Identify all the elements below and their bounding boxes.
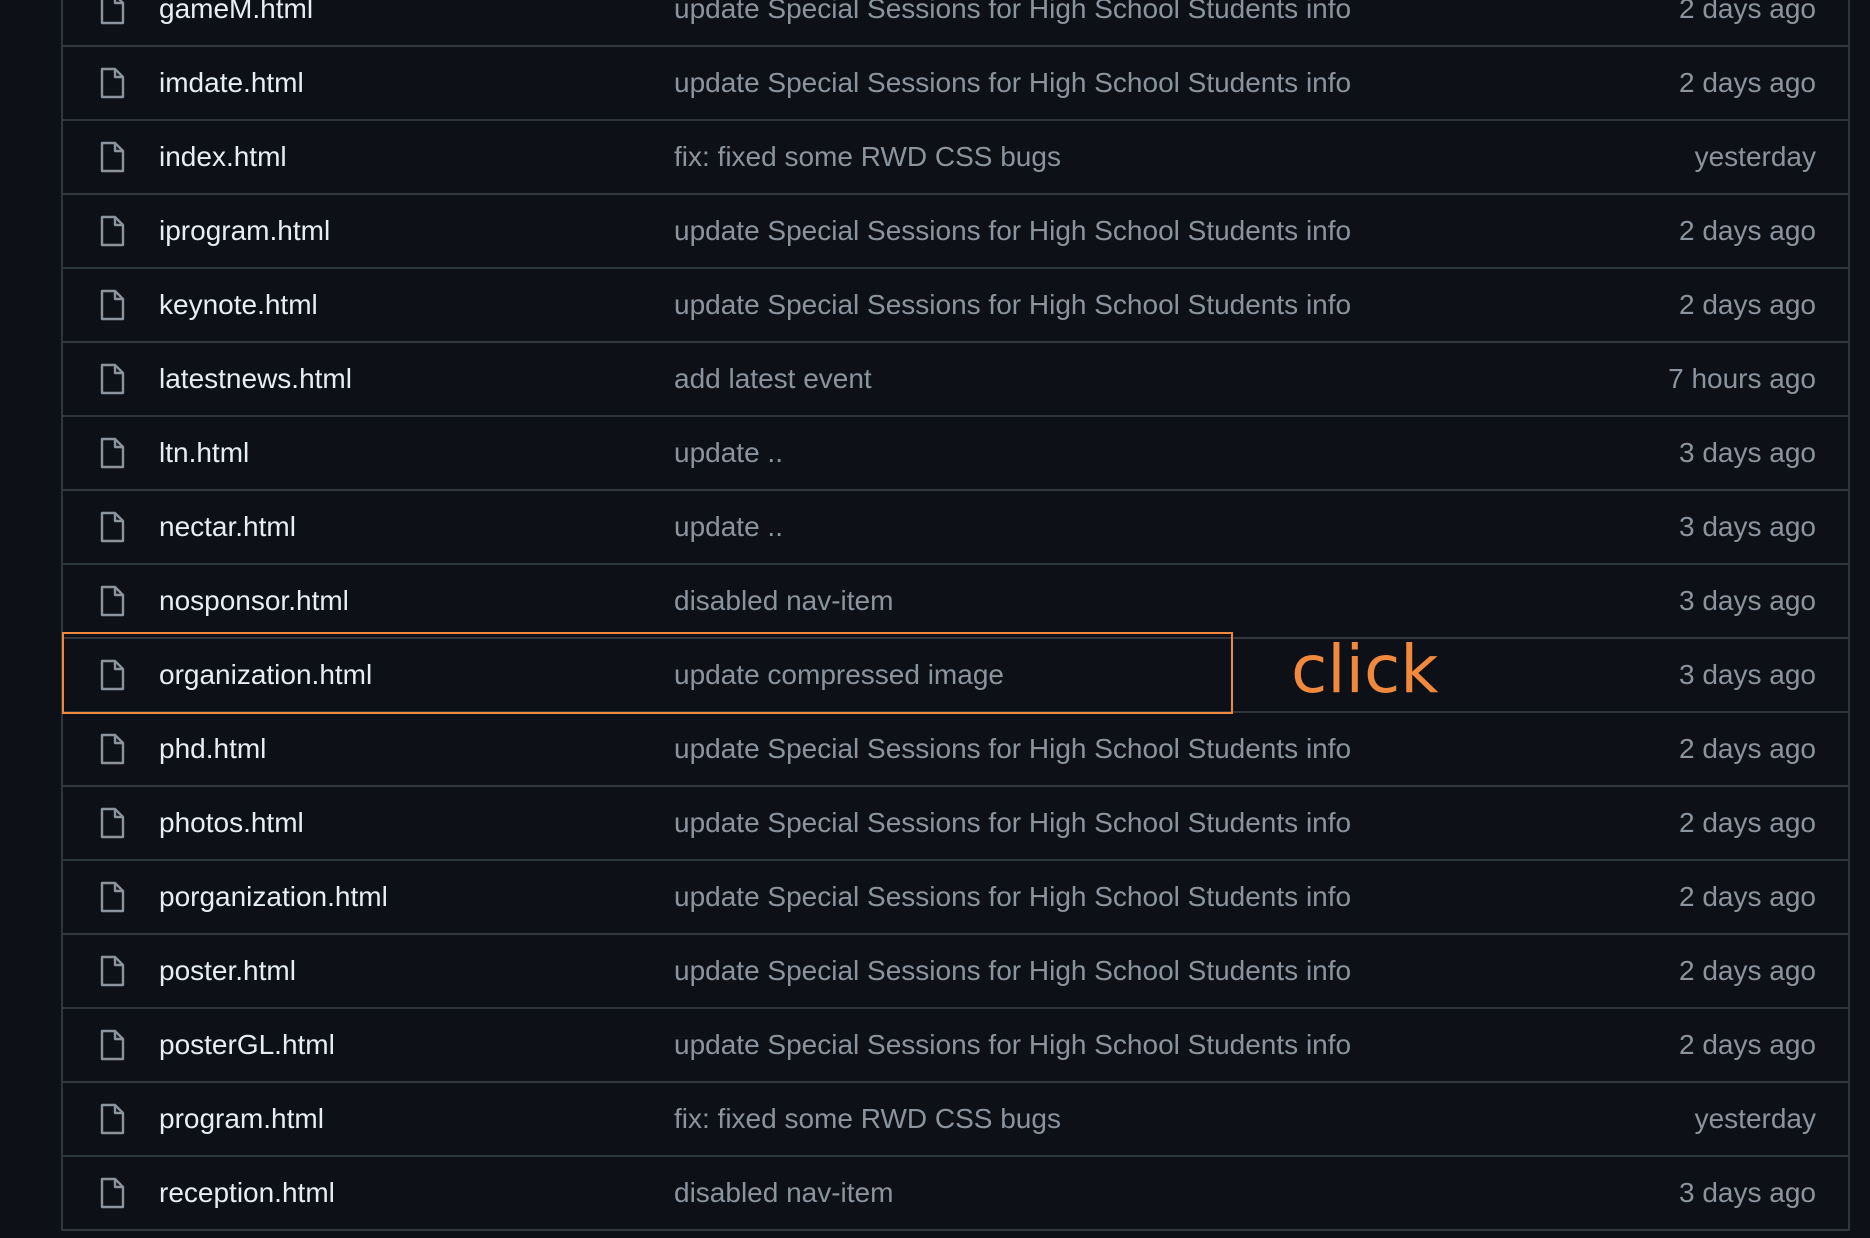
file-icon <box>99 1177 125 1209</box>
file-icon <box>99 807 125 839</box>
commit-message-link[interactable]: update Special Sessions for High School … <box>674 881 1351 913</box>
commit-time: 2 days ago <box>1679 1029 1816 1060</box>
file-icon <box>99 363 125 395</box>
commit-message-link[interactable]: update Special Sessions for High School … <box>674 215 1351 247</box>
file-row-8[interactable]: nosponsor.html disabled nav-item 3 days … <box>63 565 1848 639</box>
commit-time: 2 days ago <box>1679 0 1816 24</box>
commit-time: yesterday <box>1694 1103 1816 1134</box>
file-icon <box>99 0 125 25</box>
file-row-4[interactable]: keynote.html update Special Sessions for… <box>63 269 1848 343</box>
file-name-link[interactable]: organization.html <box>159 659 372 691</box>
file-icon <box>99 733 125 765</box>
file-name-link[interactable]: index.html <box>159 141 287 173</box>
commit-time: 2 days ago <box>1679 733 1816 764</box>
commit-time: 2 days ago <box>1679 881 1816 912</box>
commit-message-link[interactable]: update Special Sessions for High School … <box>674 289 1351 321</box>
file-list-table: gameM.html update Special Sessions for H… <box>61 0 1850 1231</box>
commit-message-link[interactable]: update .. <box>674 511 783 543</box>
commit-time: 3 days ago <box>1679 437 1816 468</box>
file-row-1[interactable]: imdate.html update Special Sessions for … <box>63 47 1848 121</box>
commit-message-link[interactable]: update Special Sessions for High School … <box>674 67 1351 99</box>
file-icon <box>99 215 125 247</box>
commit-time: 7 hours ago <box>1668 363 1816 394</box>
file-icon <box>99 881 125 913</box>
commit-time: 2 days ago <box>1679 807 1816 838</box>
commit-time: 3 days ago <box>1679 511 1816 542</box>
file-name-link[interactable]: porganization.html <box>159 881 388 913</box>
commit-message-link[interactable]: disabled nav-item <box>674 1177 893 1209</box>
file-name-link[interactable]: nectar.html <box>159 511 296 543</box>
commit-message-link[interactable]: update Special Sessions for High School … <box>674 1029 1351 1061</box>
commit-message-link[interactable]: update compressed image <box>674 659 1004 691</box>
file-row-13[interactable]: poster.html update Special Sessions for … <box>63 935 1848 1009</box>
file-name-link[interactable]: gameM.html <box>159 0 313 25</box>
file-row-16[interactable]: reception.html disabled nav-item 3 days … <box>63 1157 1848 1231</box>
commit-time: yesterday <box>1694 141 1816 172</box>
file-name-link[interactable]: posterGL.html <box>159 1029 335 1061</box>
file-row-15[interactable]: program.html fix: fixed some RWD CSS bug… <box>63 1083 1848 1157</box>
file-name-link[interactable]: keynote.html <box>159 289 318 321</box>
file-icon <box>99 511 125 543</box>
file-row-12[interactable]: porganization.html update Special Sessio… <box>63 861 1848 935</box>
file-name-link[interactable]: imdate.html <box>159 67 304 99</box>
file-row-6[interactable]: ltn.html update .. 3 days ago <box>63 417 1848 491</box>
file-name-link[interactable]: photos.html <box>159 807 304 839</box>
file-icon <box>99 289 125 321</box>
file-name-link[interactable]: ltn.html <box>159 437 249 469</box>
commit-time: 3 days ago <box>1679 1177 1816 1208</box>
commit-message-link[interactable]: update Special Sessions for High School … <box>674 0 1351 25</box>
commit-message-link[interactable]: update Special Sessions for High School … <box>674 807 1351 839</box>
commit-message-link[interactable]: update Special Sessions for High School … <box>674 955 1351 987</box>
commit-time: 3 days ago <box>1679 585 1816 616</box>
file-row-0[interactable]: gameM.html update Special Sessions for H… <box>63 0 1848 47</box>
file-row-11[interactable]: photos.html update Special Sessions for … <box>63 787 1848 861</box>
commit-message-link[interactable]: update .. <box>674 437 783 469</box>
file-row-10[interactable]: phd.html update Special Sessions for Hig… <box>63 713 1848 787</box>
file-icon <box>99 955 125 987</box>
file-icon <box>99 1029 125 1061</box>
file-icon <box>99 67 125 99</box>
file-row-7[interactable]: nectar.html update .. 3 days ago <box>63 491 1848 565</box>
file-name-link[interactable]: nosponsor.html <box>159 585 349 617</box>
commit-message-link[interactable]: disabled nav-item <box>674 585 893 617</box>
click-annotation-label: click <box>1291 631 1439 708</box>
file-name-link[interactable]: phd.html <box>159 733 266 765</box>
file-row-5[interactable]: latestnews.html add latest event 7 hours… <box>63 343 1848 417</box>
commit-time: 2 days ago <box>1679 955 1816 986</box>
file-icon <box>99 659 125 691</box>
commit-time: 2 days ago <box>1679 67 1816 98</box>
commit-message-link[interactable]: add latest event <box>674 363 872 395</box>
commit-time: 2 days ago <box>1679 289 1816 320</box>
file-icon <box>99 1103 125 1135</box>
file-name-link[interactable]: program.html <box>159 1103 324 1135</box>
file-icon <box>99 585 125 617</box>
file-row-2[interactable]: index.html fix: fixed some RWD CSS bugs … <box>63 121 1848 195</box>
commit-message-link[interactable]: update Special Sessions for High School … <box>674 733 1351 765</box>
file-row-3[interactable]: iprogram.html update Special Sessions fo… <box>63 195 1848 269</box>
file-name-link[interactable]: latestnews.html <box>159 363 352 395</box>
file-name-link[interactable]: reception.html <box>159 1177 335 1209</box>
file-name-link[interactable]: poster.html <box>159 955 296 987</box>
file-name-link[interactable]: iprogram.html <box>159 215 330 247</box>
file-row-14[interactable]: posterGL.html update Special Sessions fo… <box>63 1009 1848 1083</box>
commit-message-link[interactable]: fix: fixed some RWD CSS bugs <box>674 141 1061 173</box>
file-row-9[interactable]: organization.html update compressed imag… <box>63 639 1848 713</box>
commit-time: 3 days ago <box>1679 659 1816 690</box>
file-icon <box>99 437 125 469</box>
commit-time: 2 days ago <box>1679 215 1816 246</box>
file-icon <box>99 141 125 173</box>
commit-message-link[interactable]: fix: fixed some RWD CSS bugs <box>674 1103 1061 1135</box>
